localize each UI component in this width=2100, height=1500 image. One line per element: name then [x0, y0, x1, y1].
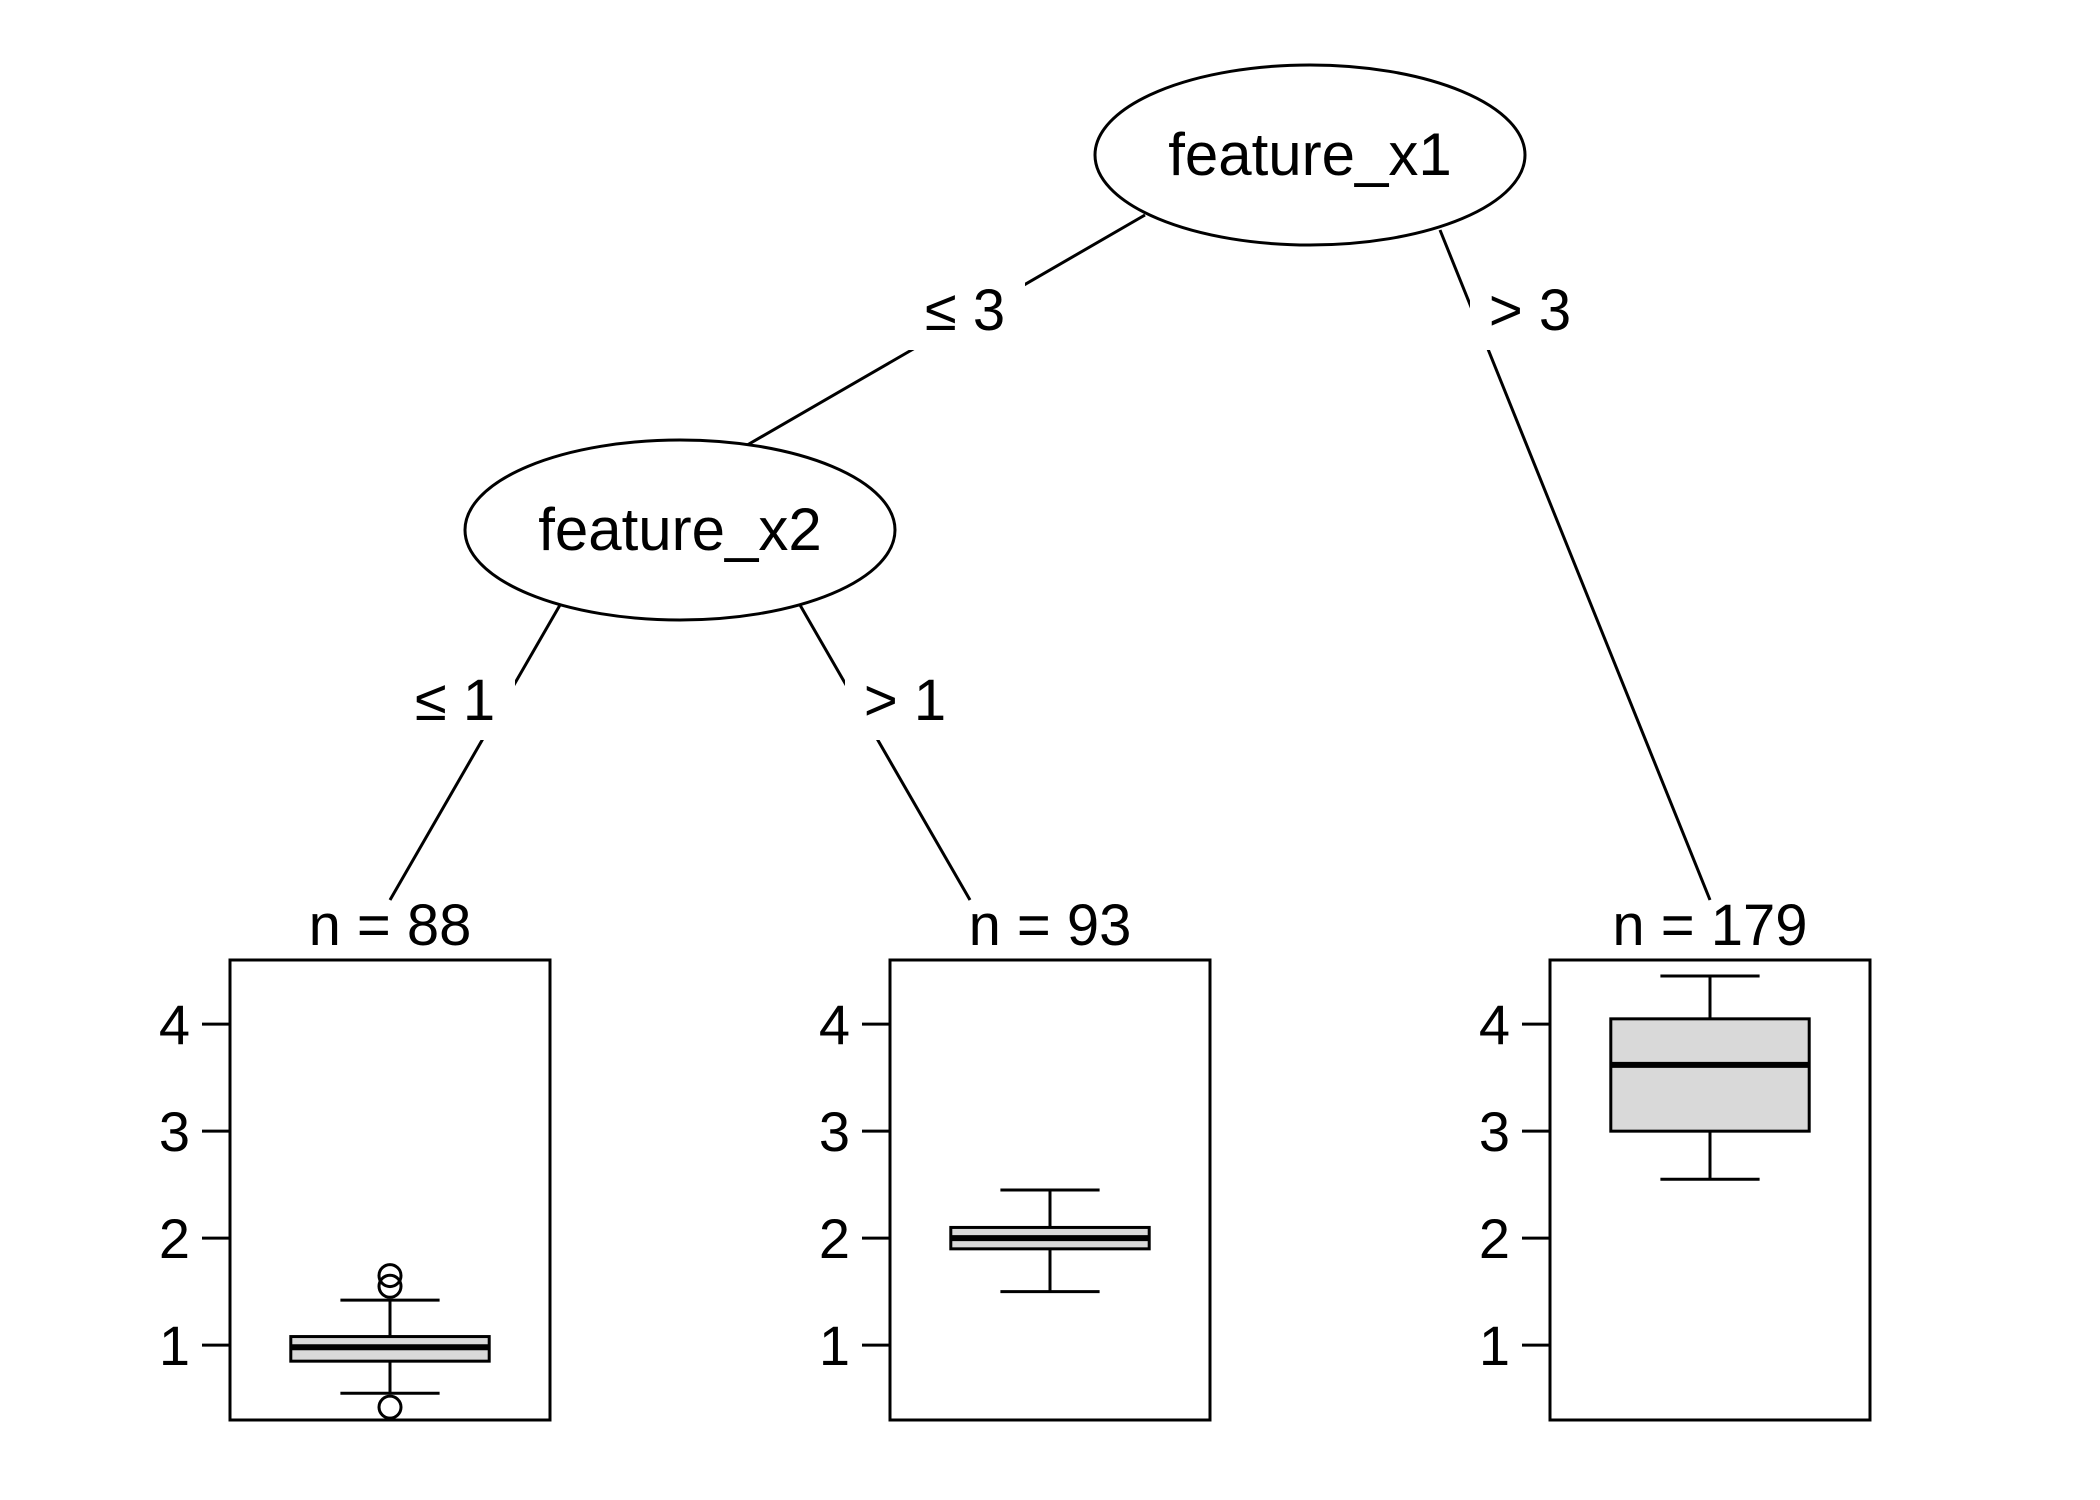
terminal-1-n-label: n = 88 — [309, 893, 472, 958]
edge-left-right — [800, 605, 970, 900]
svg-text:1: 1 — [819, 1314, 850, 1377]
root-node: feature_x1 — [1095, 65, 1525, 245]
svg-text:4: 4 — [1479, 993, 1510, 1056]
terminal-2: n = 93 1 2 3 4 — [819, 893, 1210, 1420]
svg-text:2: 2 — [1479, 1207, 1510, 1270]
svg-text:1: 1 — [1479, 1314, 1510, 1377]
terminal-2-n-label: n = 93 — [969, 893, 1132, 958]
svg-text:1: 1 — [159, 1314, 190, 1377]
edge-left-left — [390, 605, 560, 900]
left-split-right-label: > 1 — [864, 668, 946, 733]
left-node-label: feature_x2 — [538, 496, 822, 563]
root-node-label: feature_x1 — [1168, 121, 1452, 188]
left-split-left-label: ≤ 1 — [415, 668, 495, 733]
svg-text:3: 3 — [1479, 1100, 1510, 1163]
terminal-1: n = 88 1 2 3 4 — [159, 893, 550, 1420]
terminal-2-axis: 1 2 3 4 — [819, 993, 890, 1377]
svg-text:4: 4 — [159, 993, 190, 1056]
root-split-right-label: > 3 — [1489, 278, 1571, 343]
root-split-left-label: ≤ 3 — [925, 278, 1005, 343]
svg-text:3: 3 — [819, 1100, 850, 1163]
svg-text:3: 3 — [159, 1100, 190, 1163]
svg-text:2: 2 — [159, 1207, 190, 1270]
svg-text:2: 2 — [819, 1207, 850, 1270]
svg-text:4: 4 — [819, 993, 850, 1056]
terminal-3: n = 179 1 2 3 4 — [1479, 893, 1870, 1420]
decision-tree-diagram: feature_x1 ≤ 3 > 3 feature_x2 ≤ 1 > 1 n … — [0, 0, 2100, 1500]
terminal-1-axis: 1 2 3 4 — [159, 993, 230, 1377]
terminal-3-n-label: n = 179 — [1612, 893, 1807, 958]
left-internal-node: feature_x2 — [465, 440, 895, 620]
terminal-3-axis: 1 2 3 4 — [1479, 993, 1550, 1377]
